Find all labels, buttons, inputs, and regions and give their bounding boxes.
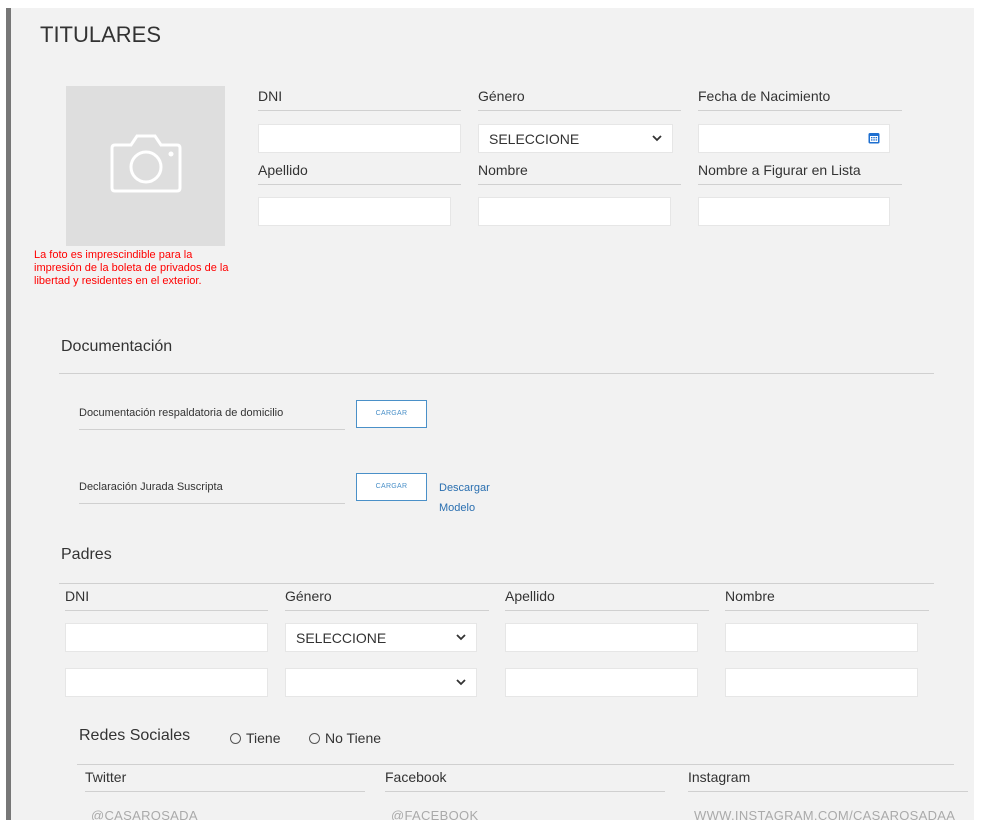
apellido-input[interactable]: [258, 197, 451, 226]
page-title: TITULARES: [40, 22, 162, 47]
radio-tiene-label: Tiene: [246, 730, 281, 746]
chevron-down-icon: [456, 679, 466, 686]
nombre-lista-label: Nombre a Figurar en Lista: [698, 162, 902, 185]
facebook-input[interactable]: @FACEBOOK: [391, 808, 478, 820]
cargar-domicilio-button[interactable]: CARGAR: [356, 400, 427, 428]
photo-warning: La foto es imprescindible para la impres…: [34, 249, 229, 287]
redes-title: Redes Sociales: [79, 727, 191, 744]
facebook-label: Facebook: [385, 769, 665, 792]
documentacion-title: Documentación: [61, 338, 173, 355]
chevron-down-icon: [456, 634, 466, 641]
apellido-label: Apellido: [258, 162, 461, 185]
dni-input[interactable]: [258, 124, 461, 153]
twitter-label: Twitter: [85, 769, 365, 792]
padre1-nombre-input[interactable]: [725, 623, 918, 652]
padre1-dni-input[interactable]: [65, 623, 268, 652]
camera-icon: [110, 134, 182, 193]
calendar-icon[interactable]: [868, 132, 880, 144]
genero-select-value: SELECCIONE: [489, 131, 580, 147]
padres-genero-header: Género: [285, 588, 489, 611]
twitter-input[interactable]: @CASAROSADA: [91, 808, 198, 820]
cargar-declaracion-button[interactable]: CARGAR: [356, 473, 427, 501]
padres-apellido-header: Apellido: [505, 588, 709, 611]
radio-icon[interactable]: [309, 733, 320, 744]
padre2-apellido-input[interactable]: [505, 668, 698, 697]
instagram-label: Instagram: [688, 769, 968, 792]
nombre-lista-input[interactable]: [698, 197, 890, 226]
padres-dni-header: DNI: [65, 588, 268, 611]
documentacion-divider: [59, 373, 934, 374]
page: TITULARES La foto es imprescindible para…: [0, 0, 992, 820]
padre2-dni-input[interactable]: [65, 668, 268, 697]
doc-domicilio-label: Documentación respaldatoria de domicilio: [79, 407, 345, 430]
nombre-input[interactable]: [478, 197, 671, 226]
padre1-genero-value: SELECCIONE: [296, 630, 387, 646]
padre1-genero-select[interactable]: SELECCIONE: [285, 623, 477, 652]
padre1-apellido-input[interactable]: [505, 623, 698, 652]
genero-select[interactable]: SELECCIONE: [478, 124, 673, 153]
fecha-nacimiento-label: Fecha de Nacimiento: [698, 88, 902, 111]
redes-divider: [77, 764, 954, 765]
radio-icon[interactable]: [230, 733, 241, 744]
descargar-modelo-link[interactable]: Descargar Modelo: [439, 478, 509, 518]
padres-title: Padres: [61, 546, 112, 563]
doc-declaracion-label: Declaración Jurada Suscripta: [79, 481, 345, 504]
radio-tiene[interactable]: Tiene: [230, 730, 281, 746]
dni-label: DNI: [258, 88, 461, 111]
padres-divider: [59, 583, 934, 584]
genero-label: Género: [478, 88, 681, 111]
titulares-panel: TITULARES La foto es imprescindible para…: [11, 8, 974, 820]
instagram-input[interactable]: WWW.INSTAGRAM.COM/CASAROSADAA: [694, 808, 955, 820]
photo-upload[interactable]: [66, 86, 225, 246]
nombre-label: Nombre: [478, 162, 681, 185]
radio-no-tiene-label: No Tiene: [325, 730, 382, 746]
padre2-genero-select[interactable]: [285, 668, 477, 697]
padre2-nombre-input[interactable]: [725, 668, 918, 697]
radio-no-tiene[interactable]: No Tiene: [309, 730, 381, 746]
chevron-down-icon: [652, 135, 662, 142]
fecha-nacimiento-input[interactable]: [698, 124, 890, 153]
padres-nombre-header: Nombre: [725, 588, 929, 611]
